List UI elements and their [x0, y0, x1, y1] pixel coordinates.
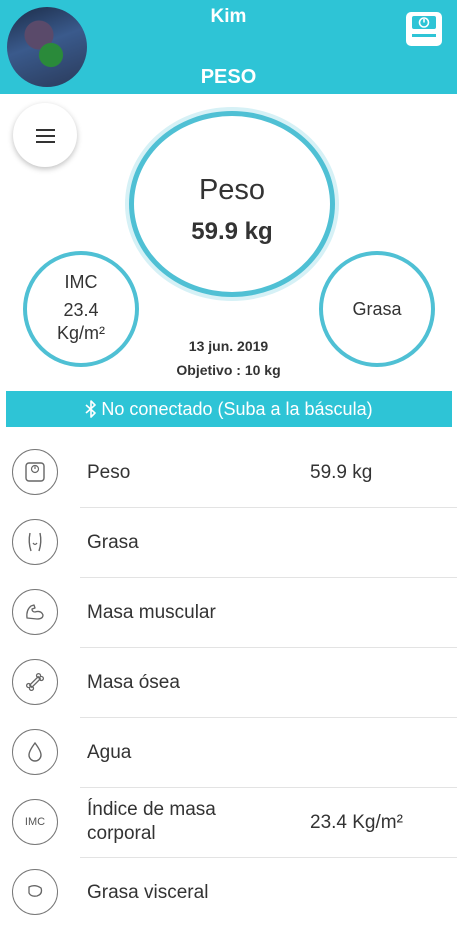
bluetooth-icon — [85, 400, 97, 418]
fat-label: Grasa — [352, 299, 402, 319]
list-item-label: Agua — [87, 742, 132, 763]
fat-summary-circle[interactable]: Grasa — [319, 251, 435, 367]
body-fat-icon — [12, 519, 58, 565]
muscle-icon — [12, 589, 58, 635]
imc-summary-circle[interactable]: IMC 23.4 Kg/m² — [23, 251, 139, 367]
scale-icon — [12, 449, 58, 495]
imc-unit: Kg/m² — [56, 323, 105, 343]
list-item-label: Grasa — [87, 532, 139, 553]
weight-value: 59.9 kg — [191, 218, 273, 245]
measurement-date: 13 jun. 2019 — [188, 338, 269, 354]
water-drop-icon — [12, 729, 58, 775]
list-item-peso[interactable]: Peso 59.9 kg — [0, 438, 457, 508]
menu-button[interactable] — [13, 103, 77, 167]
imc-label: IMC — [64, 272, 98, 292]
page-title: PESO — [200, 66, 257, 88]
connection-status-text: No conectado (Suba a la báscula) — [101, 398, 373, 419]
visceral-fat-icon — [12, 869, 58, 915]
scale-icon[interactable] — [405, 11, 443, 47]
weight-summary-circle[interactable]: Peso 59.9 kg — [129, 111, 335, 297]
bone-icon — [12, 659, 58, 705]
list-item-masa-muscular[interactable]: Masa muscular — [0, 578, 457, 648]
list-item-agua[interactable]: Agua — [0, 718, 457, 788]
list-item-label: Masa ósea — [87, 672, 180, 693]
objective-text: Objetivo : 10 kg — [176, 362, 281, 378]
list-item-masa-osea[interactable]: Masa ósea — [0, 648, 457, 718]
imc-value: 23.4 — [63, 300, 99, 320]
weight-label: Peso — [198, 174, 266, 206]
list-item-imc[interactable]: IMC Índice de masa corporal 23.4 Kg/m² — [0, 788, 457, 858]
list-item-value: 59.9 kg — [310, 462, 373, 483]
list-item-label: Índice de masa corporal — [87, 799, 216, 844]
imc-icon: IMC — [12, 799, 58, 845]
user-name: Kim — [210, 6, 247, 27]
list-item-value: 23.4 Kg/m² — [310, 812, 403, 833]
list-item-grasa[interactable]: Grasa — [0, 508, 457, 578]
list-item-label: Grasa visceral — [87, 882, 209, 903]
list-item-label: Masa muscular — [87, 602, 216, 623]
list-item-grasa-visceral[interactable]: Grasa visceral — [0, 858, 457, 928]
connection-status-bar[interactable]: No conectado (Suba a la báscula) — [6, 391, 452, 427]
list-item-label: Peso — [87, 462, 131, 483]
app-header: Kim PESO — [0, 0, 457, 94]
menu-icon — [36, 129, 55, 131]
